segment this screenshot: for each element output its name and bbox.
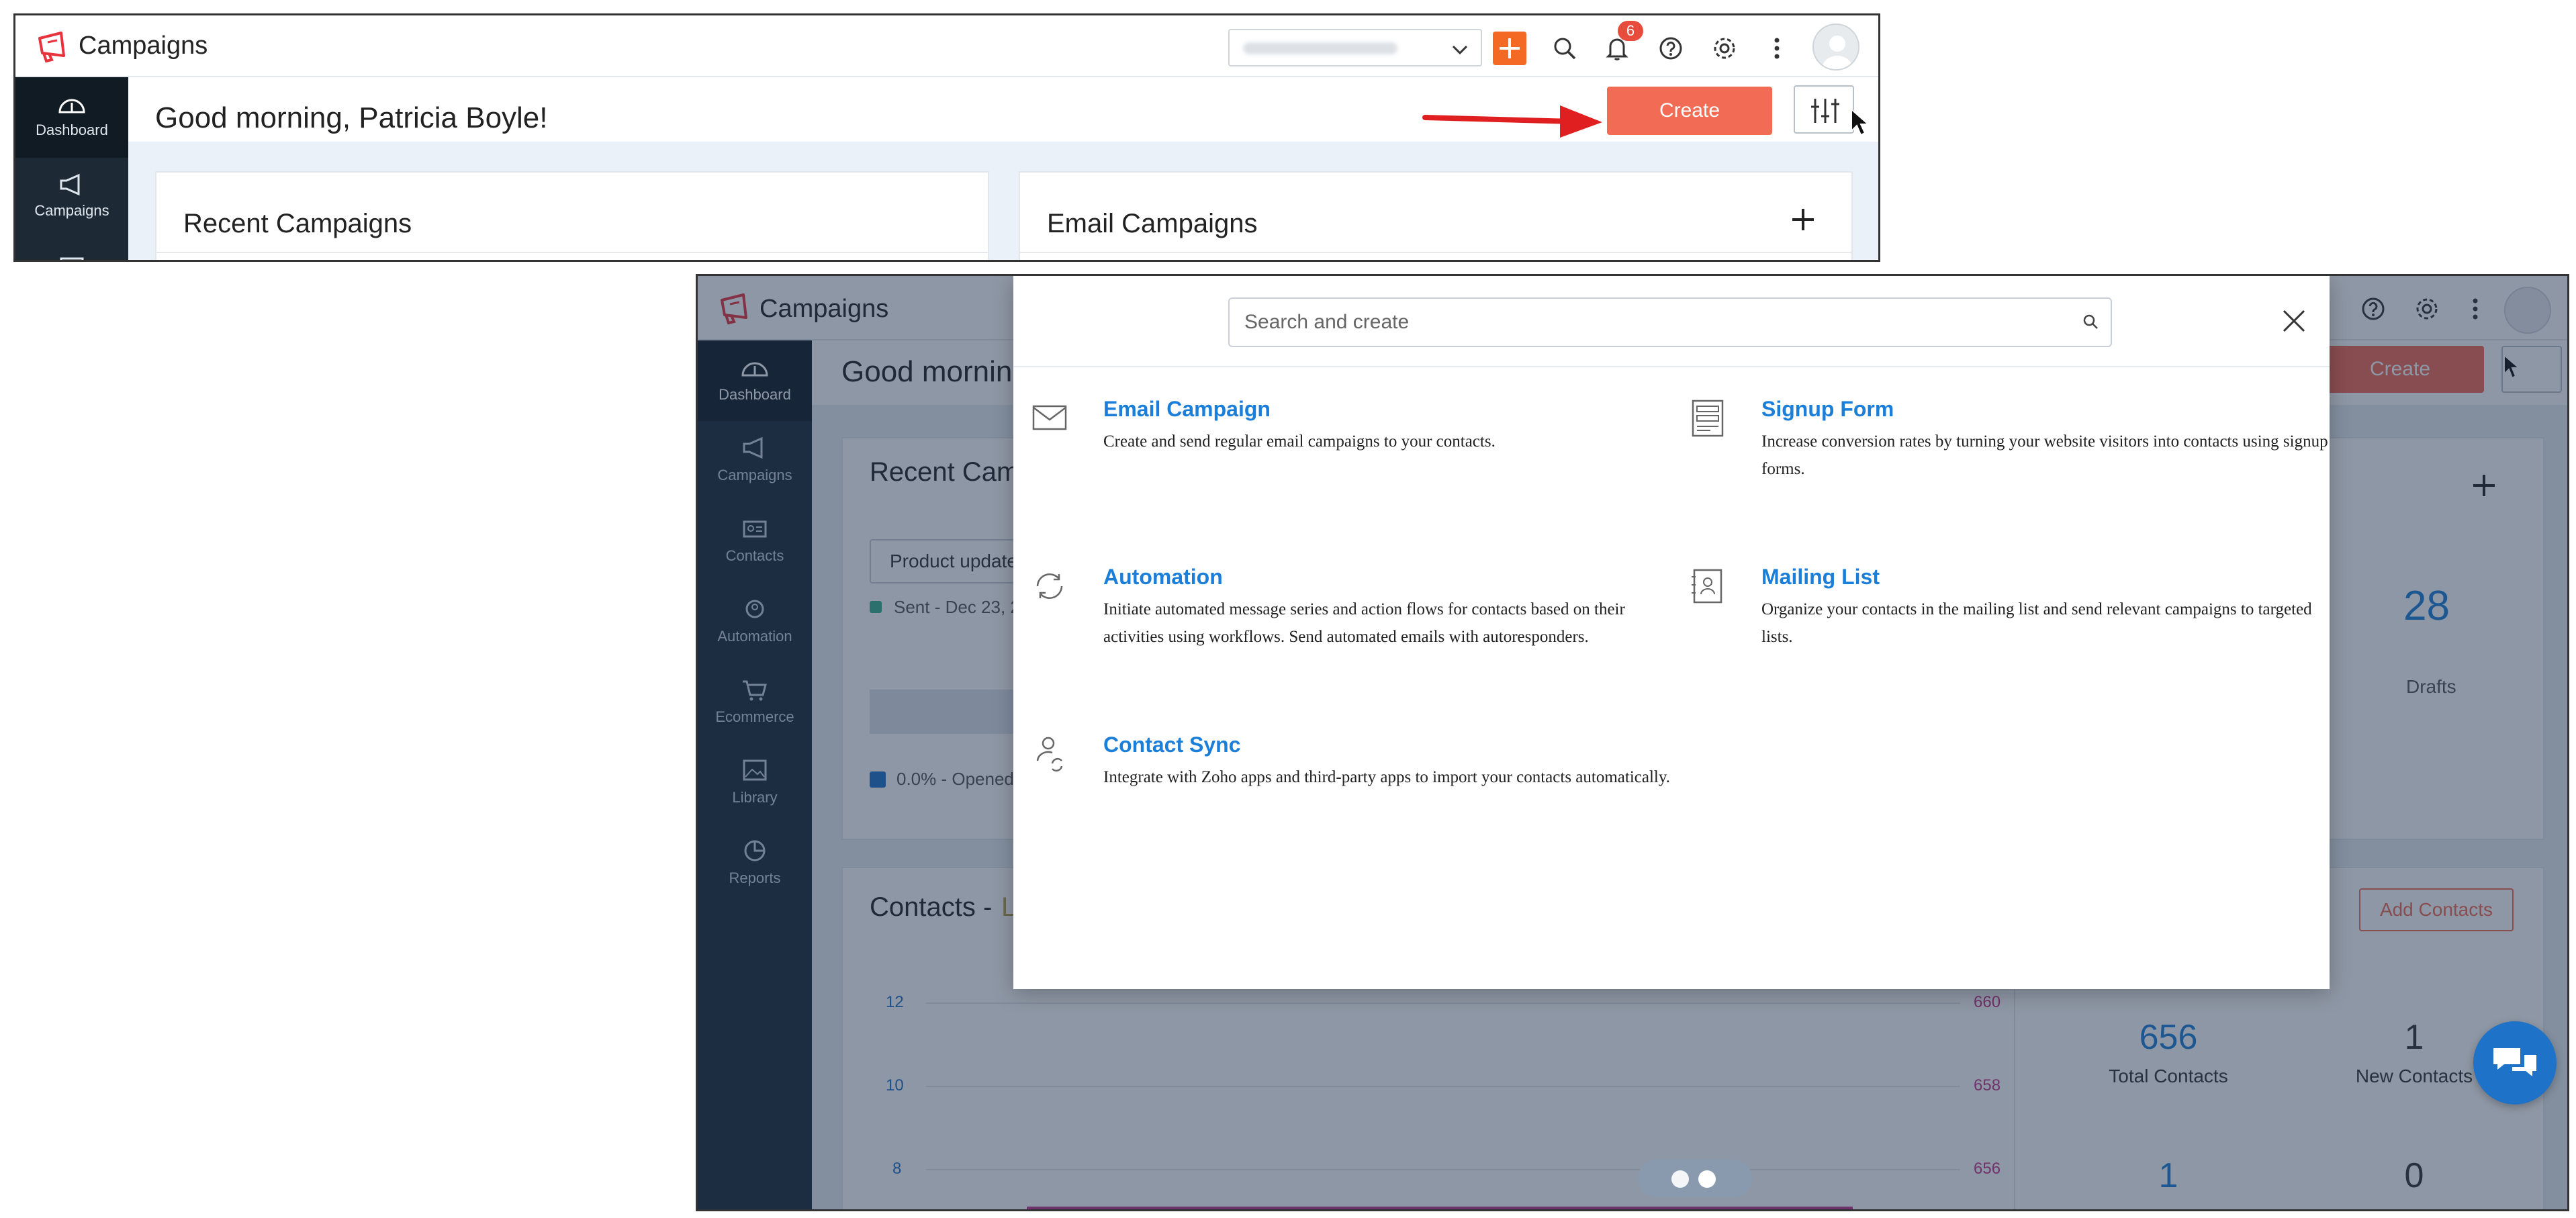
email-campaigns-card: Email Campaigns [1019,171,1853,260]
refresh-icon [1036,573,1063,599]
contact-card-icon [60,257,84,260]
sidebar-item-dashboard[interactable]: Dashboard [15,77,128,158]
user-avatar[interactable] [1812,24,1859,71]
plus-icon [1500,38,1520,58]
notification-badge: 6 [1618,21,1643,41]
search-icon[interactable] [2081,312,2101,332]
dashboard-gauge-icon [58,99,85,113]
chevron-down-icon [1452,45,1468,55]
add-icon[interactable] [1788,205,1818,234]
chat-bubbles-icon [2493,1048,2536,1076]
carousel-pager[interactable] [1638,1160,1752,1197]
chat-button[interactable] [2473,1021,2557,1105]
gear-icon[interactable] [1709,33,1740,64]
recent-campaigns-card: Recent Campaigns [155,171,989,260]
app-title: Campaigns [79,32,208,60]
customize-button[interactable] [1794,85,1854,134]
mouse-cursor-icon [1851,108,1870,136]
help-icon[interactable] [1655,33,1686,64]
sidebar-label: Dashboard [36,122,108,138]
greeting-text: Good morning, Patricia Boyle! [155,101,548,134]
create-modal: Email Campaign Create and send regular e… [1013,276,2330,989]
option-title[interactable]: Signup Form [1761,397,1894,422]
form-icon [1692,400,1724,437]
megaphone-icon [60,173,80,196]
pager-dot[interactable] [1671,1170,1689,1188]
sidebar-label: Campaigns [34,202,109,219]
bottom-screenshot: Campaigns Dashboard Campaigns Contacts A… [696,274,2569,1211]
envelope-icon [1032,405,1067,430]
sidebar-item-contacts-partial[interactable] [15,238,128,260]
sliders-icon [1811,99,1839,123]
card-divider [156,252,988,253]
organization-select[interactable] [1228,29,1482,66]
option-title[interactable]: Automation [1103,565,1223,590]
more-vertical-icon[interactable] [1761,33,1792,64]
option-description: Create and send regular email campaigns … [1103,432,1496,451]
close-icon[interactable] [2279,306,2309,336]
top-nav-bar [15,15,1878,77]
annotation-arrow [1422,105,1602,138]
option-description: Integrate with Zoho apps and third-party… [1103,768,1670,786]
quick-create-button[interactable] [1493,32,1526,65]
option-description: Initiate automated message series and ac… [1103,600,1625,646]
card-divider [1020,252,1851,253]
pager-dot[interactable] [1698,1170,1716,1188]
option-title[interactable]: Contact Sync [1103,733,1240,757]
option-description: Increase conversion rates by turning you… [1761,432,2328,478]
option-title[interactable]: Email Campaign [1103,397,1271,422]
blurred-org-name [1243,42,1397,54]
search-input[interactable] [1228,297,2112,347]
option-title[interactable]: Mailing List [1761,565,1880,590]
campaigns-logo-icon [38,32,65,63]
search-icon[interactable] [1549,33,1580,64]
card-title: Recent Campaigns [183,209,412,238]
contact-card-icon [1692,569,1722,604]
create-button[interactable]: Create [1607,87,1772,135]
user-sync-icon [1036,737,1063,772]
sidebar-item-campaigns[interactable]: Campaigns [15,158,128,238]
top-screenshot: Campaigns 6 Dashboard Campaigns Good mor… [13,13,1880,262]
card-title: Email Campaigns [1047,209,1258,238]
modal-divider [1013,366,2330,367]
option-description: Organize your contacts in the mailing li… [1761,600,2312,646]
